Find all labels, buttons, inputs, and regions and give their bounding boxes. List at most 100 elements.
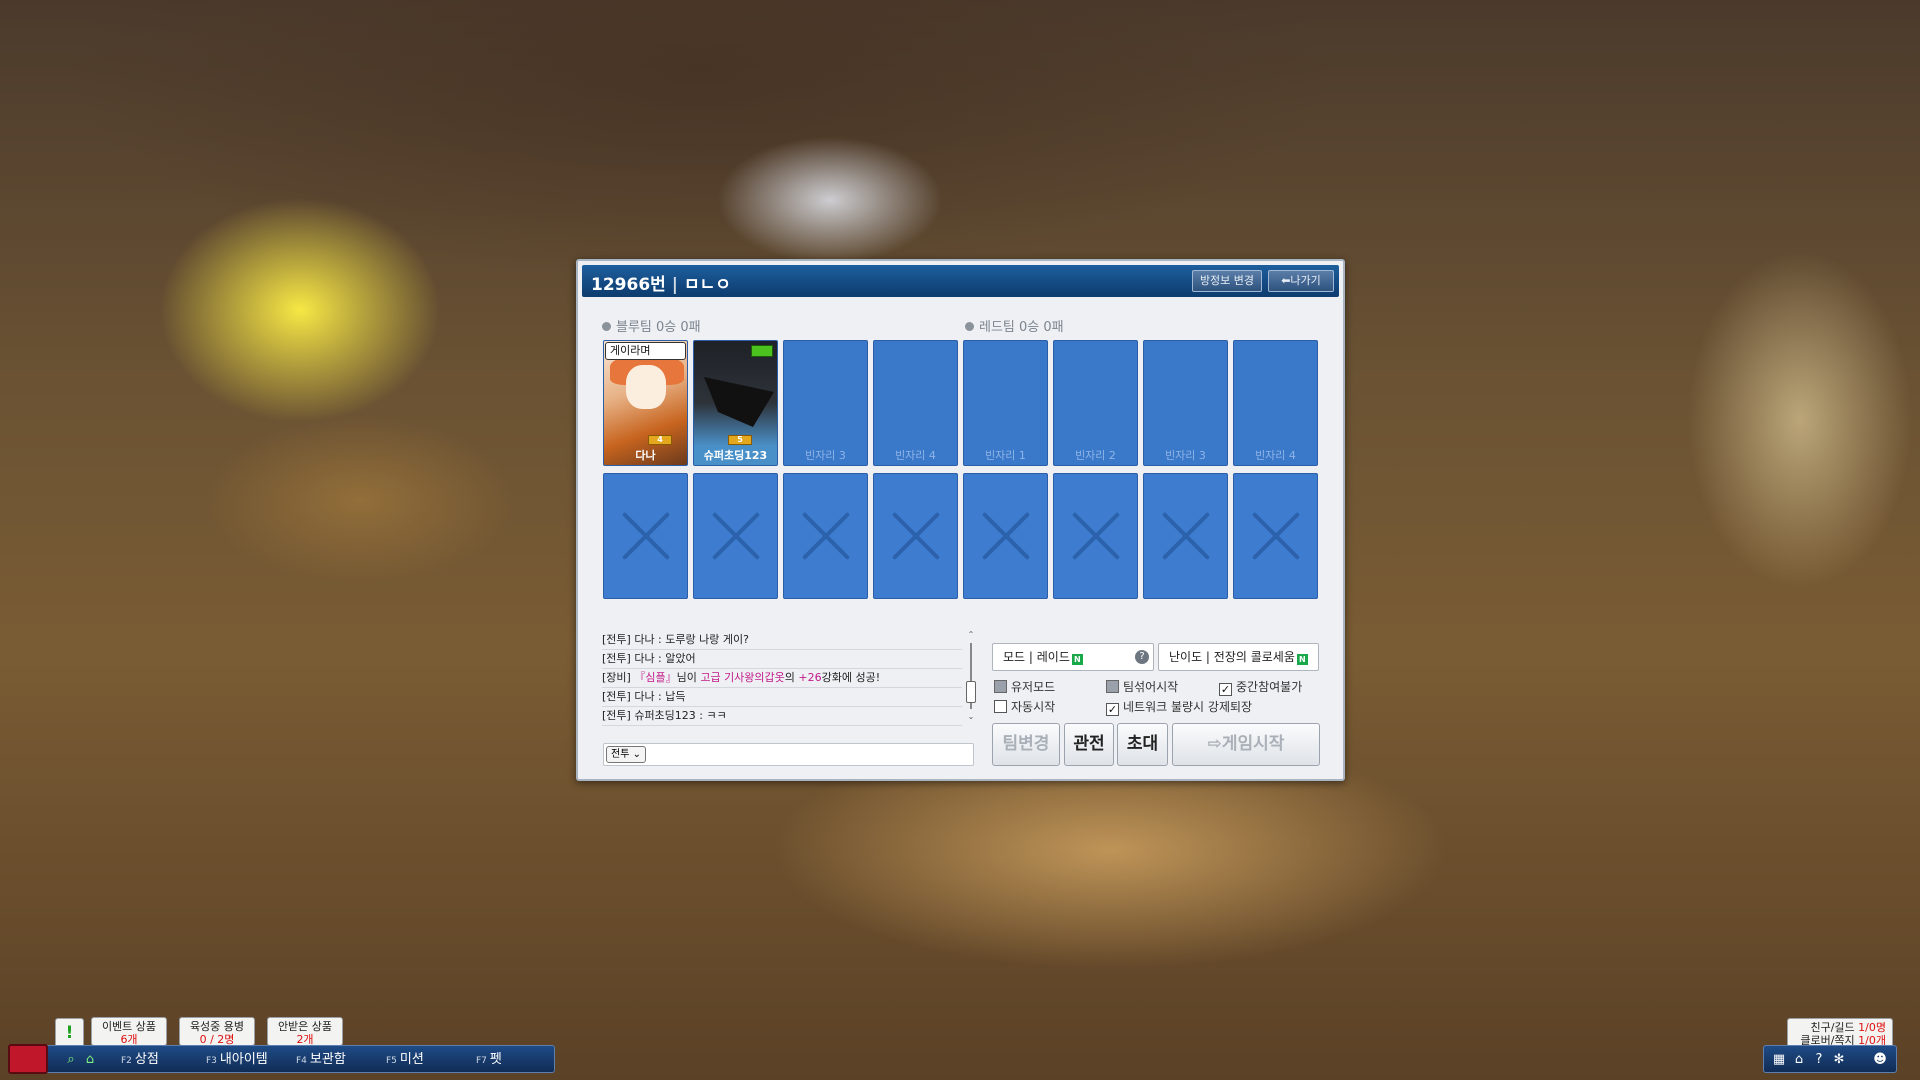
people-icon[interactable]: ☻	[1868, 1050, 1892, 1070]
unclaimed-notice[interactable]: 안받은 상품 2개	[267, 1017, 343, 1046]
system-buttons: ▦ ⌂ ? ✻ ☻	[1763, 1045, 1897, 1073]
closed-slot[interactable]	[603, 473, 688, 599]
chat-input[interactable]: 전투 ⌄	[603, 743, 974, 766]
unclaimed-label: 안받은 상품	[277, 1020, 333, 1033]
pet-label: 펫	[489, 1052, 502, 1067]
closed-slot[interactable]	[1143, 473, 1228, 599]
my-items-button[interactable]: F3 내아이템	[206, 1049, 268, 1071]
player-name: 다나	[635, 449, 656, 462]
mode-selector[interactable]: 모드 | 레이드 N?	[992, 643, 1154, 671]
slot-label: 빈자리 4	[1255, 449, 1296, 462]
friends-count: 1/0명	[1858, 1021, 1886, 1034]
chat-line: [전투] 다나 : 알았어	[602, 650, 962, 669]
level-badge: 5	[728, 435, 752, 445]
closed-slot[interactable]	[873, 473, 958, 599]
player-slot-2[interactable]: 5 슈퍼초딩123	[693, 340, 778, 466]
shop-label: 상점	[134, 1052, 159, 1067]
mission-label: 미션	[399, 1052, 424, 1067]
room-number: 12966번	[591, 275, 666, 295]
equip-mid2: 의	[784, 671, 799, 684]
merc-notice[interactable]: 육성중 용병 0 / 2명	[179, 1017, 255, 1046]
fkey-label: F3	[206, 1056, 217, 1066]
connection-bars-icon	[751, 345, 773, 357]
player-name: 슈퍼초딩123	[703, 449, 768, 462]
scroll-down-icon[interactable]: ⌄	[966, 713, 976, 721]
chat-channel-value: 전투	[611, 749, 630, 760]
user-mode-checkbox[interactable]: 유저모드	[994, 679, 1055, 695]
empty-slot[interactable]: 빈자리 4	[1233, 340, 1318, 466]
my-items-label: 내아이템	[219, 1052, 268, 1067]
blue-team-text: 블루팀 0승 0패	[616, 320, 701, 335]
event-items-notice[interactable]: 이벤트 상품 6개	[91, 1017, 167, 1046]
closed-slot[interactable]	[1233, 473, 1318, 599]
no-midjoin-checkbox[interactable]: ✓ 중간참여불가	[1219, 679, 1302, 696]
bottom-taskbar: ⌕ ⌂ F2 상점 F3 내아이템 F4 보관함 F5 미션 F7 펫	[15, 1045, 555, 1073]
empty-slot[interactable]: 빈자리 3	[1143, 340, 1228, 466]
storage-button[interactable]: F4 보관함	[296, 1049, 346, 1071]
chat-line-equip: [장비] 『심플』님이 고급 기사왕의갑옷의 +26강화에 성공!	[602, 669, 962, 688]
team-shuffle-checkbox[interactable]: 팀섞어시작	[1106, 679, 1178, 695]
help-icon[interactable]: ?	[1810, 1050, 1828, 1070]
slot-label: 빈자리 1	[985, 449, 1026, 462]
search-icon[interactable]: ⌕	[63, 1049, 79, 1071]
home-icon[interactable]: ⌂	[1790, 1050, 1808, 1070]
closed-slot[interactable]	[783, 473, 868, 599]
character-cape	[704, 377, 774, 427]
new-badge-icon: N	[1296, 654, 1308, 665]
shop-button[interactable]: F2 상점	[121, 1049, 159, 1071]
fkey-label: F4	[296, 1056, 307, 1066]
blue-team-label: 블루팀 0승 0패	[602, 316, 701, 335]
scroll-up-icon[interactable]: ⌃	[966, 631, 976, 639]
level-badge: 4	[648, 435, 672, 445]
equip-suffix: 강화에 성공!	[821, 671, 881, 684]
gift-icon[interactable]: ⌂	[82, 1049, 98, 1071]
fkey-label: F5	[386, 1056, 397, 1066]
team-change-button[interactable]: 팀변경	[992, 723, 1060, 766]
help-icon[interactable]: ?	[1135, 650, 1149, 664]
pet-button[interactable]: F7 펫	[476, 1049, 502, 1071]
room-title-bar: 12966번 | ㅁㄴㅇ 방정보 변경 ⬅나가기	[582, 265, 1339, 297]
gear-icon[interactable]: ✻	[1830, 1050, 1848, 1070]
spectate-button[interactable]: 관전	[1064, 723, 1114, 766]
fkey-label: F7	[476, 1056, 487, 1066]
calendar-icon[interactable]: ▦	[1770, 1050, 1788, 1070]
game-room-dialog: 12966번 | ㅁㄴㅇ 방정보 변경 ⬅나가기 블루팀 0승 0패 레드팀 0승 …	[576, 259, 1345, 781]
difficulty-selector[interactable]: 난이도 | 전장의 콜로세움 N	[1158, 643, 1319, 671]
x-icon	[1162, 512, 1210, 560]
checkbox-box	[994, 680, 1007, 693]
closed-slot[interactable]	[1053, 473, 1138, 599]
room-title: 12966번 | ㅁㄴㅇ	[591, 270, 731, 295]
room-name: ㅁㄴㅇ	[684, 275, 731, 295]
invite-button[interactable]: 초대	[1117, 723, 1168, 766]
friends-line: 친구/길드 1/0명	[1788, 1021, 1886, 1034]
auto-start-checkbox[interactable]: 자동시작	[994, 699, 1055, 715]
closed-slot[interactable]	[963, 473, 1048, 599]
equip-mid: 님이	[676, 671, 701, 684]
chat-line: [전투] 다나 : 도루랑 나랑 게이?	[602, 631, 962, 650]
player-slot-1[interactable]: 게이라며 4 다나	[603, 340, 688, 466]
slot-label: 빈자리 3	[1165, 449, 1206, 462]
change-room-info-button[interactable]: 방정보 변경	[1192, 270, 1262, 292]
empty-slot[interactable]: 빈자리 2	[1053, 340, 1138, 466]
arrow-right-icon: ⇨	[1207, 734, 1222, 754]
empty-slot[interactable]: 빈자리 3	[783, 340, 868, 466]
exit-icon[interactable]	[8, 1044, 48, 1074]
user-mode-label: 유저모드	[1011, 680, 1056, 694]
difficulty-text: 난이도 | 전장의 콜로세움	[1169, 650, 1295, 664]
mission-button[interactable]: F5 미션	[386, 1049, 424, 1071]
empty-slot[interactable]: 빈자리 1	[963, 340, 1048, 466]
x-icon	[622, 512, 670, 560]
empty-slot[interactable]: 빈자리 4	[873, 340, 958, 466]
chat-scrollbar[interactable]: ⌃ ⌄	[966, 631, 976, 721]
chat-channel-select[interactable]: 전투 ⌄	[606, 746, 646, 763]
red-team-dot	[965, 322, 974, 331]
scroll-thumb[interactable]	[966, 681, 976, 703]
alert-icon[interactable]: !	[55, 1018, 84, 1048]
team-shuffle-label: 팀섞어시작	[1123, 680, 1179, 694]
start-game-button[interactable]: ⇨게임시작	[1172, 723, 1320, 766]
network-kick-checkbox[interactable]: ✓ 네트워크 불량시 강제퇴장	[1106, 699, 1252, 716]
checkbox-box	[994, 700, 1007, 713]
friends-guild-status[interactable]: 친구/길드 1/0명 클로버/쪽지 1/0개	[1787, 1018, 1893, 1048]
closed-slot[interactable]	[693, 473, 778, 599]
exit-room-button[interactable]: ⬅나가기	[1268, 270, 1334, 292]
